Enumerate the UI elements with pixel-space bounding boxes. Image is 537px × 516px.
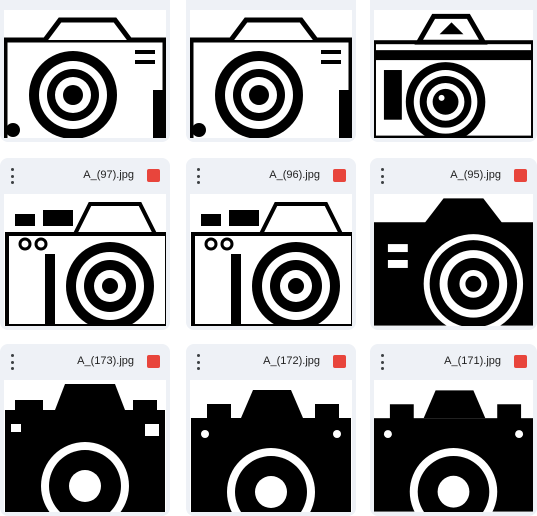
file-card[interactable]: A_(96).jpg xyxy=(186,158,356,330)
file-card-header: A_(173).jpg xyxy=(0,344,170,380)
image-file-icon xyxy=(333,355,346,368)
file-card-header: A_(95).jpg xyxy=(370,158,537,194)
image-file-icon xyxy=(147,169,160,182)
more-options-icon[interactable] xyxy=(376,354,388,370)
more-options-icon[interactable] xyxy=(6,354,18,370)
image-file-icon xyxy=(514,169,527,182)
file-thumbnail[interactable] xyxy=(4,380,166,512)
file-card[interactable] xyxy=(0,0,170,142)
file-thumbnail[interactable] xyxy=(374,194,533,326)
file-card-header: A_(97).jpg xyxy=(0,158,170,194)
more-options-icon[interactable] xyxy=(376,168,388,184)
file-thumbnail[interactable] xyxy=(4,194,166,326)
more-options-icon[interactable] xyxy=(192,168,204,184)
file-thumbnail[interactable] xyxy=(190,194,352,326)
camera-thumbnail xyxy=(5,384,165,512)
file-card[interactable]: A_(97).jpg xyxy=(0,158,170,330)
camera-thumbnail xyxy=(191,202,352,326)
file-card[interactable]: A_(95).jpg xyxy=(370,158,537,330)
file-name: A_(96).jpg xyxy=(269,169,320,181)
file-card[interactable]: A_(173).jpg xyxy=(0,344,170,516)
camera-thumbnail xyxy=(190,17,352,138)
file-name: A_(95).jpg xyxy=(450,169,501,181)
camera-thumbnail xyxy=(4,17,166,138)
file-card-header: A_(96).jpg xyxy=(186,158,356,194)
file-thumbnail[interactable] xyxy=(374,10,533,138)
camera-thumbnail xyxy=(374,390,533,512)
file-thumbnail[interactable] xyxy=(4,10,166,138)
file-name: A_(171).jpg xyxy=(444,355,501,367)
camera-thumbnail xyxy=(374,198,533,326)
file-name: A_(97).jpg xyxy=(83,169,134,181)
file-card[interactable] xyxy=(186,0,356,142)
camera-thumbnail xyxy=(374,13,533,138)
more-options-icon[interactable] xyxy=(192,354,204,370)
file-thumbnail[interactable] xyxy=(190,380,352,512)
file-thumbnail[interactable] xyxy=(190,10,352,138)
image-file-icon xyxy=(147,355,160,368)
image-file-icon xyxy=(333,169,346,182)
file-card-header: A_(172).jpg xyxy=(186,344,356,380)
file-thumbnail[interactable] xyxy=(374,380,533,512)
file-card[interactable]: A_(171).jpg xyxy=(370,344,537,516)
camera-thumbnail xyxy=(191,390,351,512)
file-card[interactable] xyxy=(370,0,537,142)
image-file-icon xyxy=(514,355,527,368)
file-name: A_(173).jpg xyxy=(77,355,134,367)
file-card[interactable]: A_(172).jpg xyxy=(186,344,356,516)
camera-thumbnail xyxy=(5,202,166,326)
file-card-header: A_(171).jpg xyxy=(370,344,537,380)
file-name: A_(172).jpg xyxy=(263,355,320,367)
more-options-icon[interactable] xyxy=(6,168,18,184)
